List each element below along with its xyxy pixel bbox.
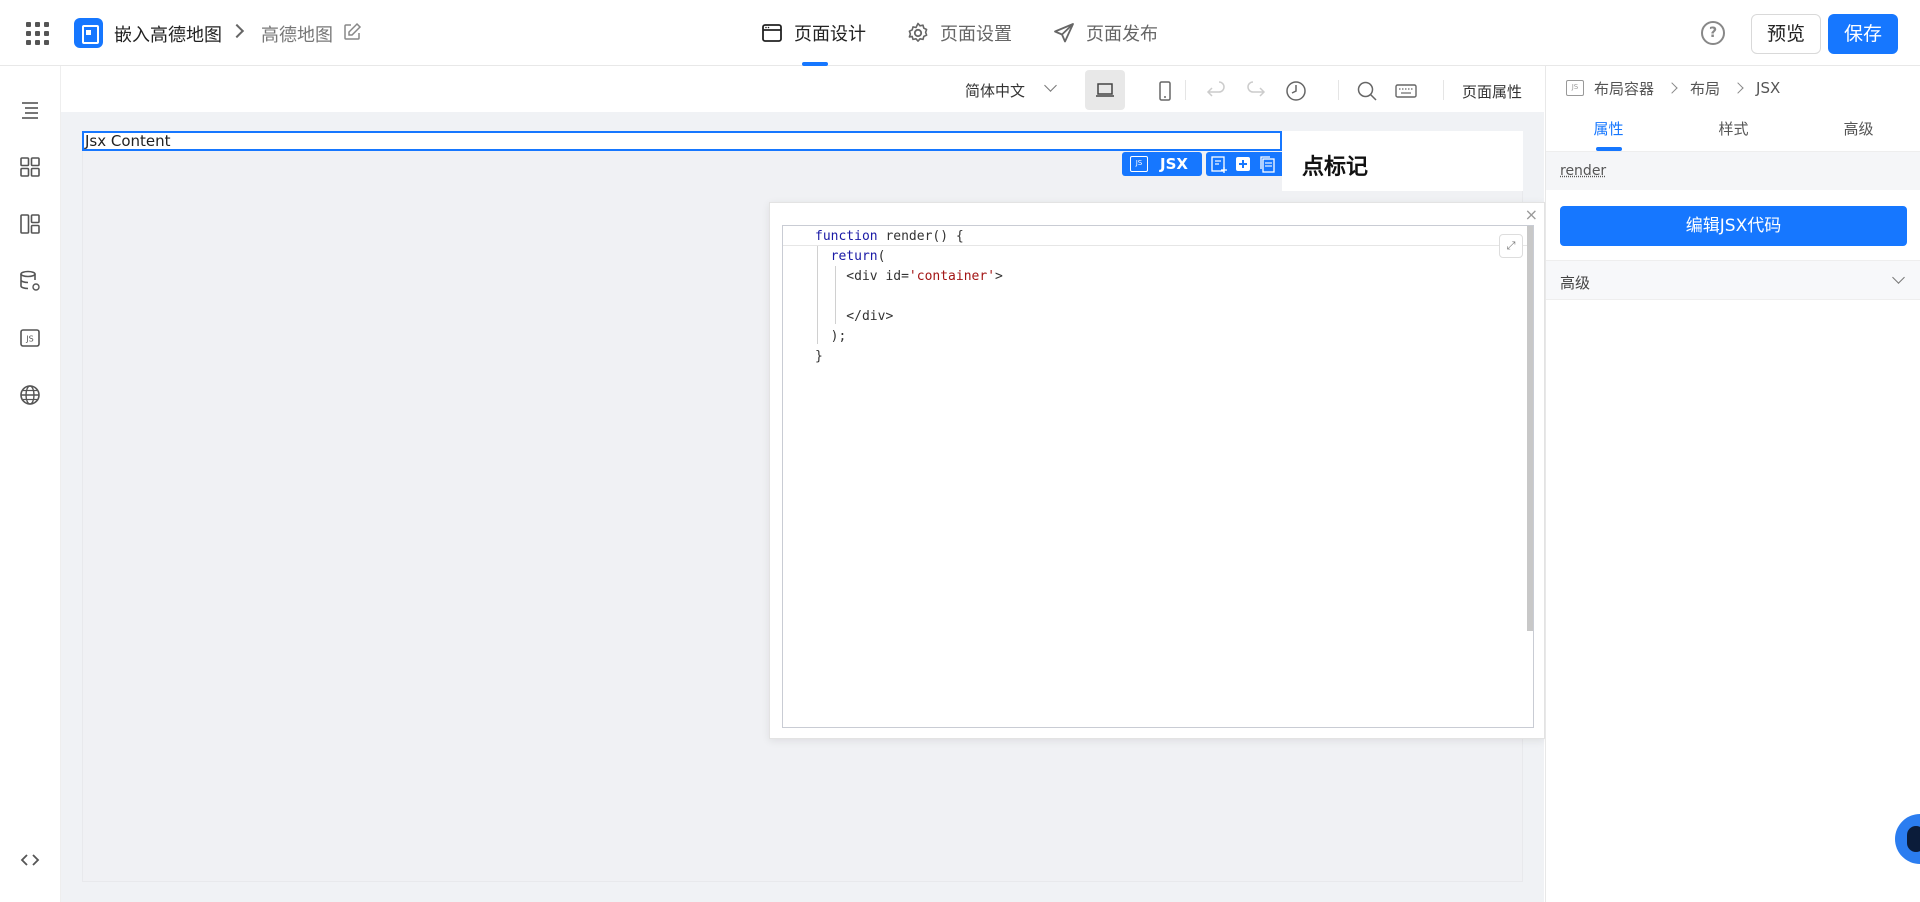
breadcrumb-item[interactable]: JSX <box>1756 79 1780 97</box>
editor-scrollbar[interactable] <box>1527 226 1533 631</box>
marker-panel: 点标记 <box>1282 131 1523 191</box>
tab-page-design-label: 页面设计 <box>794 24 866 45</box>
search-icon[interactable] <box>1355 79 1379 103</box>
page-properties-button[interactable]: 页面属性 <box>1462 81 1522 102</box>
keyboard-icon[interactable] <box>1394 79 1418 103</box>
add-icon[interactable] <box>1234 155 1252 173</box>
jsx-component[interactable]: Jsx Content <box>82 131 1282 151</box>
code-line: return( <box>830 249 886 264</box>
preview-button[interactable]: 预览 <box>1751 14 1821 54</box>
left-sidebar: JS <box>0 66 61 902</box>
chevron-right-icon <box>229 23 245 39</box>
help-icon[interactable]: ? <box>1701 21 1725 45</box>
canvas-toolbar: 简体中文 页面属性 <box>61 66 1544 112</box>
js-icon: JS <box>1566 80 1584 96</box>
tab-page-publish[interactable]: 页面发布 <box>1052 0 1158 66</box>
render-label: render <box>1560 163 1607 179</box>
tab-page-settings-label: 页面设置 <box>940 24 1012 45</box>
component-breadcrumb: JS 布局容器 布局 JSX <box>1566 76 1780 100</box>
toolbar-divider <box>1443 80 1444 100</box>
page-name: 高德地图 <box>261 25 333 46</box>
redo-icon[interactable] <box>1244 79 1268 103</box>
chevron-right-icon <box>1732 82 1744 94</box>
code-line: <div id='container'> <box>815 269 1003 284</box>
globe-icon[interactable] <box>18 383 42 407</box>
expand-icon[interactable]: ⤢ <box>1499 234 1523 258</box>
undo-icon[interactable] <box>1204 79 1228 103</box>
advanced-label: 高级 <box>1560 274 1591 292</box>
panel-tabs: 属性 样式 高级 <box>1546 112 1920 152</box>
breadcrumb-item[interactable]: 布局容器 <box>1594 78 1654 99</box>
gear-icon <box>908 22 928 42</box>
tab-page-publish-label: 页面发布 <box>1086 24 1158 45</box>
close-icon[interactable]: × <box>1525 207 1538 223</box>
tab-page-design[interactable]: 页面设计 <box>760 0 866 66</box>
outline-icon[interactable] <box>18 98 42 122</box>
tab-page-settings[interactable]: 页面设置 <box>906 0 1012 66</box>
code-line: function render() { <box>815 229 964 244</box>
tab-styles[interactable]: 样式 <box>1671 112 1796 151</box>
breadcrumb-item[interactable]: 布局 <box>1690 78 1720 99</box>
code-icon[interactable] <box>18 848 42 872</box>
tab-advanced[interactable]: 高级 <box>1796 112 1920 151</box>
laptop-icon <box>1096 83 1114 97</box>
mobile-icon[interactable] <box>1153 79 1177 103</box>
chevron-down-icon <box>1044 79 1057 92</box>
render-prop-row: render <box>1546 152 1920 190</box>
save-button[interactable]: 保存 <box>1828 14 1898 54</box>
app-name[interactable]: 嵌入高德地图 <box>114 21 222 47</box>
code-line: ); <box>815 329 847 344</box>
js-icon[interactable]: JS <box>18 326 42 350</box>
history-icon[interactable] <box>1284 79 1308 103</box>
properties-panel: JS 布局容器 布局 JSX 属性 样式 高级 render 编辑JSX代码 高… <box>1545 66 1920 902</box>
edit-icon[interactable] <box>342 22 362 42</box>
device-pc-button[interactable] <box>1085 70 1125 110</box>
jsx-tag-label: JSX <box>1160 155 1188 173</box>
toolbar-divider <box>1185 80 1186 100</box>
components-icon[interactable] <box>18 155 42 179</box>
edit-jsx-button[interactable]: 编辑JSX代码 <box>1560 206 1907 246</box>
tab-properties[interactable]: 属性 <box>1546 112 1671 151</box>
insert-before-icon[interactable] <box>1210 155 1228 173</box>
marker-title: 点标记 <box>1302 155 1369 180</box>
jsx-component-tag[interactable]: JS JSX <box>1122 152 1202 176</box>
top-header: 嵌入高德地图 高德地图 页面设计 页面设置 页面发布 ? 预览 保存 <box>0 0 1920 66</box>
copy-icon[interactable] <box>1258 155 1276 173</box>
chevron-right-icon <box>1666 82 1678 94</box>
code-line: </div> <box>815 309 894 324</box>
datasource-icon[interactable] <box>18 269 42 293</box>
advanced-section[interactable]: 高级 <box>1546 260 1920 300</box>
main-nav: 页面设计 页面设置 页面发布 <box>760 0 1158 66</box>
layout-template-icon[interactable] <box>18 212 42 236</box>
app-logo-icon <box>74 18 103 48</box>
send-icon <box>1054 23 1074 43</box>
language-select[interactable]: 简体中文 <box>965 80 1025 101</box>
chevron-down-icon <box>1892 271 1905 284</box>
code-editor[interactable]: function render() { return( <div id='con… <box>782 225 1534 728</box>
code-content[interactable]: function render() { return( <div id='con… <box>815 227 1003 367</box>
js-icon: JS <box>1130 156 1148 172</box>
toolbar-divider <box>1338 80 1339 100</box>
layout-icon <box>762 24 782 42</box>
code-line: } <box>815 349 823 364</box>
apps-grid-icon[interactable] <box>26 22 50 46</box>
jsx-code-popup: × function render() { return( <div id='c… <box>769 202 1545 739</box>
svg-text:JS: JS <box>25 335 33 344</box>
